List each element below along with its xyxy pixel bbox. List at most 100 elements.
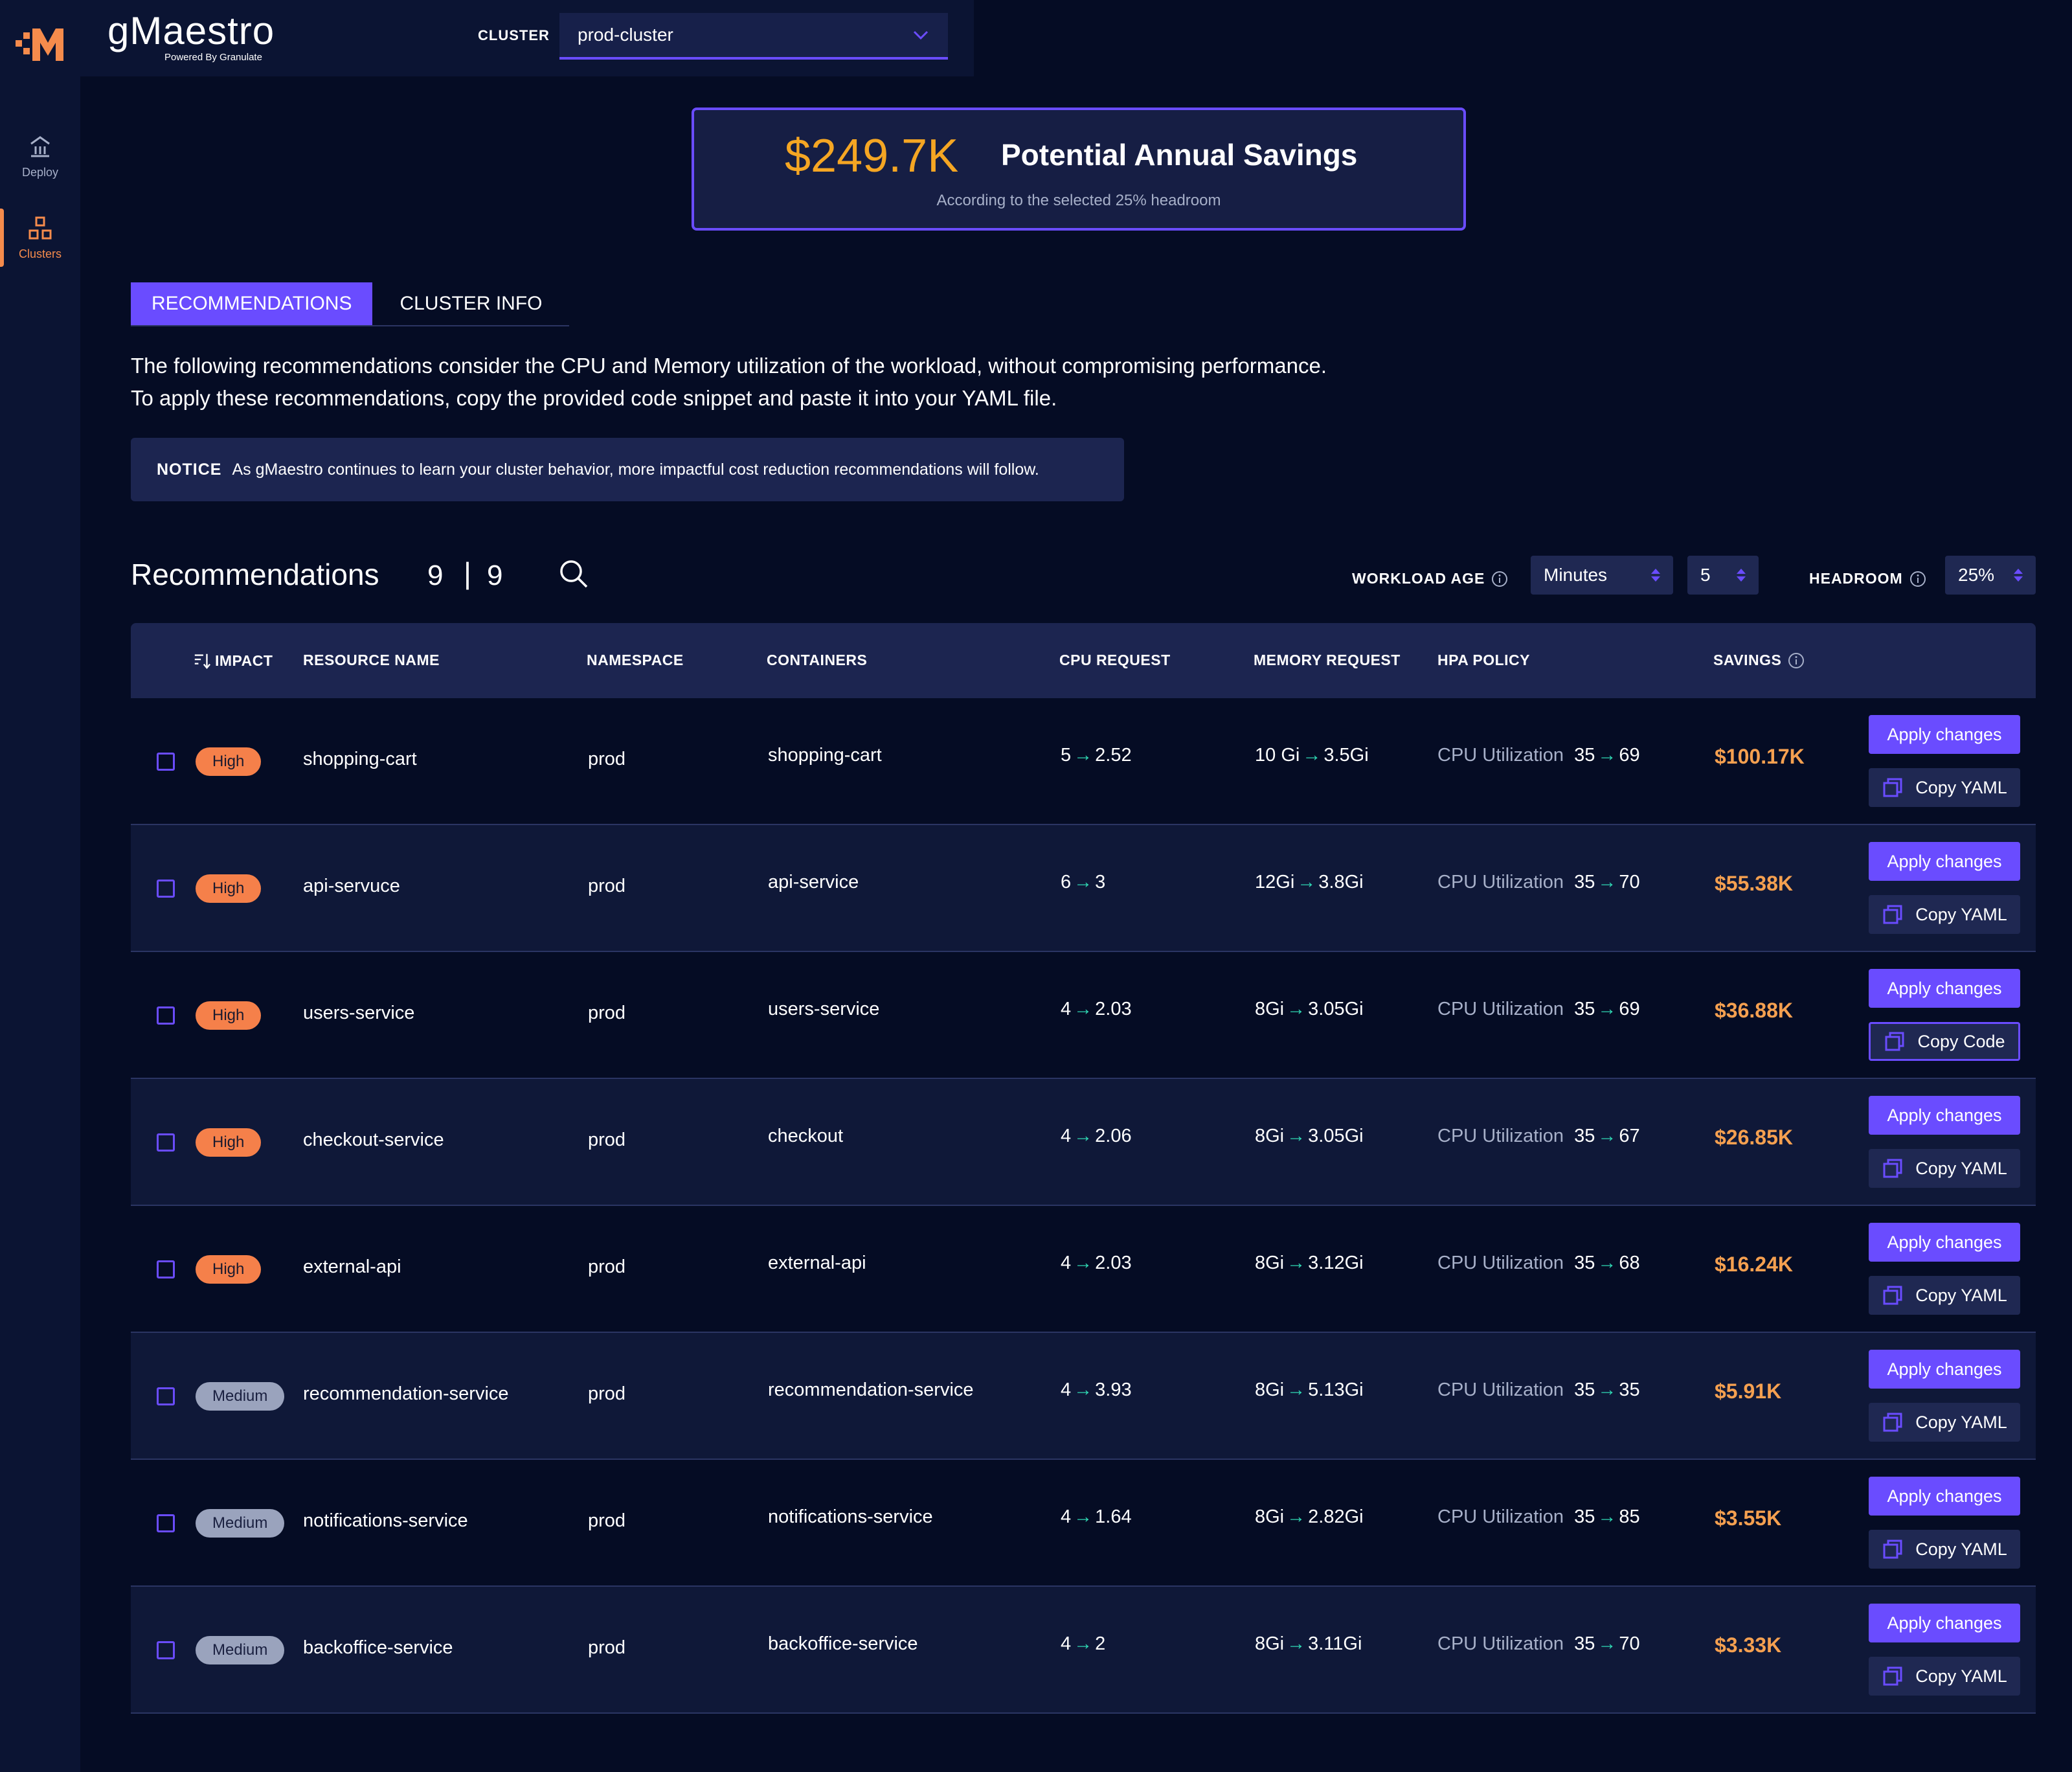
impact-badge: Medium <box>196 1382 285 1411</box>
row-checkbox[interactable] <box>157 1387 175 1405</box>
copy-yaml-button[interactable]: Copy YAML <box>1869 1403 2020 1442</box>
arrow-right-icon: → <box>1074 1126 1093 1146</box>
namespace: prod <box>588 876 626 896</box>
column-impact-label: IMPACT <box>215 652 273 669</box>
headroom-stepper[interactable]: 25% <box>1945 556 2036 595</box>
cpu-request: 6 → 3 <box>1061 872 1105 893</box>
arrow-right-icon: → <box>1074 1253 1093 1273</box>
copy-button-label: Copy YAML <box>1915 777 2007 797</box>
row-checkbox[interactable] <box>157 1006 175 1025</box>
hpa-policy-label: CPU Utilization <box>1437 1506 1564 1527</box>
hpa-policy-to: 69 <box>1619 745 1640 766</box>
spinner-arrows-icon <box>1651 569 1660 582</box>
headroom-value: 25% <box>1958 565 1995 585</box>
cpu-request-to: 1.64 <box>1095 1506 1132 1527</box>
apply-changes-button[interactable]: Apply changes <box>1869 969 2020 1008</box>
cpu-request-to: 2.06 <box>1095 1126 1132 1146</box>
row-checkbox[interactable] <box>157 1260 175 1278</box>
container-name: recommendation-service <box>768 1380 974 1400</box>
row-checkbox[interactable] <box>157 753 175 771</box>
table-body: High shopping-cart prod shopping-cart 5 →… <box>131 698 2036 1714</box>
column-impact[interactable]: IMPACT <box>193 652 273 670</box>
arrow-right-icon: → <box>1597 1126 1617 1146</box>
search-icon[interactable] <box>557 557 591 591</box>
resource-name: backoffice-service <box>303 1637 453 1658</box>
table-row: High users-service prod users-service 4 →… <box>131 952 2036 1079</box>
container-name: shopping-cart <box>768 745 882 766</box>
hpa-policy-to: 70 <box>1619 872 1640 892</box>
copy-yaml-button[interactable]: Copy YAML <box>1869 768 2020 807</box>
arrow-right-icon: → <box>1287 1633 1306 1654</box>
memory-request-from: 8Gi <box>1255 1126 1285 1146</box>
copy-yaml-button[interactable]: Copy YAML <box>1869 1149 2020 1188</box>
cpu-request: 4 → 2.06 <box>1061 1126 1132 1147</box>
cluster-select[interactable]: prod-cluster <box>559 13 948 60</box>
workload-age-unit-select[interactable]: Minutes <box>1531 556 1673 595</box>
arrow-right-icon: → <box>1597 1380 1617 1400</box>
hpa-policy-to: 68 <box>1619 1253 1640 1273</box>
copy-yaml-button[interactable]: Copy YAML <box>1869 1530 2020 1569</box>
brand: gMaestro Powered By Granulate <box>107 10 275 63</box>
workload-age-stepper[interactable]: 5 <box>1687 556 1759 595</box>
memory-request-to: 5.13Gi <box>1308 1380 1364 1400</box>
cpu-request-from: 4 <box>1061 1253 1072 1273</box>
container-name: backoffice-service <box>768 1633 918 1654</box>
copy-icon <box>1883 778 1902 797</box>
copy-icon <box>1885 1032 1904 1051</box>
apply-changes-button[interactable]: Apply changes <box>1869 1350 2020 1389</box>
tab-cluster-info[interactable]: CLUSTER INFO <box>372 282 569 325</box>
arrow-right-icon: → <box>1074 1380 1093 1400</box>
impact-badge: Medium <box>196 1509 285 1538</box>
sort-icon <box>194 653 211 670</box>
arrow-right-icon: → <box>1302 745 1322 766</box>
apply-changes-button[interactable]: Apply changes <box>1869 842 2020 881</box>
container-name: checkout <box>768 1126 844 1146</box>
app-logo[interactable] <box>13 22 67 67</box>
memory-request-to: 3.11Gi <box>1308 1633 1362 1654</box>
apply-changes-button[interactable]: Apply changes <box>1869 1096 2020 1135</box>
sidebar-item-clusters[interactable]: Clusters <box>0 202 80 273</box>
hpa-policy-label: CPU Utilization <box>1437 1253 1564 1273</box>
row-checkbox[interactable] <box>157 1641 175 1659</box>
copy-button-label: Copy YAML <box>1915 1666 2007 1686</box>
memory-request-to: 3.8Gi <box>1318 872 1364 892</box>
copy-yaml-button[interactable]: Copy YAML <box>1869 1657 2020 1696</box>
memory-request-to: 2.82Gi <box>1308 1506 1364 1527</box>
apply-changes-button[interactable]: Apply changes <box>1869 1604 2020 1642</box>
cpu-request-to: 3.93 <box>1095 1380 1132 1400</box>
row-checkbox[interactable] <box>157 1133 175 1152</box>
apply-changes-button[interactable]: Apply changes <box>1869 1477 2020 1516</box>
memory-request-to: 3.12Gi <box>1308 1253 1364 1273</box>
recommendations-count-shown: 9 <box>427 560 444 591</box>
spinner-arrows-icon <box>1737 569 1746 582</box>
info-icon[interactable] <box>1788 652 1805 669</box>
description-line-1: The following recommendations consider t… <box>131 354 1327 378</box>
spinner-arrows-icon <box>2014 569 2023 582</box>
hpa-policy-label: CPU Utilization <box>1437 745 1564 766</box>
impact-badge: High <box>196 1255 262 1284</box>
info-icon[interactable] <box>1491 571 1508 587</box>
resource-name: api-servuce <box>303 876 400 896</box>
cluster-select-value: prod-cluster <box>578 25 673 45</box>
memory-request: 8Gi → 2.82Gi <box>1255 1506 1364 1528</box>
sidebar-item-deploy[interactable]: Deploy <box>0 120 80 192</box>
row-checkbox[interactable] <box>157 880 175 898</box>
table-row: High external-api prod external-api 4 → 2.… <box>131 1206 2036 1333</box>
row-checkbox[interactable] <box>157 1514 175 1532</box>
tab-recommendations[interactable]: RECOMMENDATIONS <box>131 282 373 325</box>
copy-yaml-button[interactable]: Copy YAML <box>1869 895 2020 934</box>
column-memory-request: MEMORY REQUEST <box>1254 652 1401 668</box>
column-namespace: NAMESPACE <box>587 652 684 668</box>
arrow-right-icon: → <box>1287 1126 1306 1146</box>
hpa-policy-to: 85 <box>1619 1506 1640 1527</box>
copy-code-button[interactable]: Copy Code <box>1869 1022 2020 1061</box>
info-icon[interactable] <box>1909 571 1926 587</box>
copy-button-label: Copy YAML <box>1915 1539 2007 1559</box>
apply-changes-button[interactable]: Apply changes <box>1869 1223 2020 1262</box>
copy-yaml-button[interactable]: Copy YAML <box>1869 1276 2020 1315</box>
namespace: prod <box>588 1383 626 1404</box>
savings-title: Potential Annual Savings <box>1001 138 1358 172</box>
arrow-right-icon: → <box>1074 999 1093 1019</box>
apply-changes-button[interactable]: Apply changes <box>1869 715 2020 754</box>
memory-request-from: 10 Gi <box>1255 745 1300 766</box>
